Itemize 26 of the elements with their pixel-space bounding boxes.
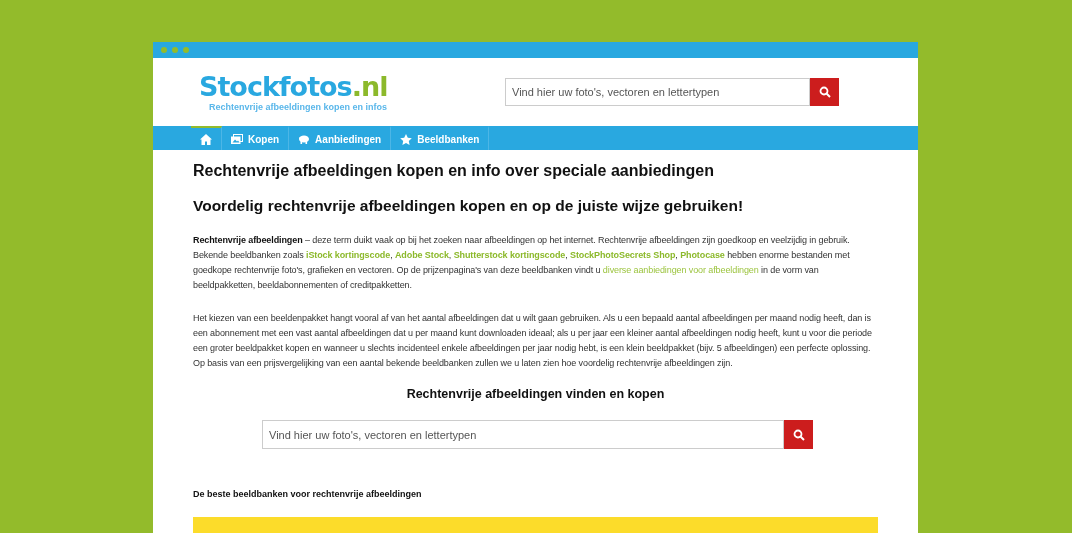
search-button[interactable] — [810, 78, 839, 106]
intro-paragraph: Rechtenvrije afbeeldingen – deze term duikt vaak op bij het zoeken naar afbeeldingen op het internet. Rechtenvrije afbeeldingen zijn goedkoop en veelzijdig in gebruik. Bekende beeldbanken zoals iStock kortingscode, Adobe Stock, Shutterstock kortingscode, StockPhotoSecrets Shop, Photocase hebben enorme bestanden met goedkope rechtenvrije foto's, grafieken en vectoren. Op de prijzenpagina's van deze beeldbanken vindt u diverse aanbiedingen voor afbeeldingen in de vorm van beeldpakketten, beeldabonnementen of creditpakketten. — [193, 234, 851, 292]
star-icon — [400, 133, 413, 145]
link[interactable]: Photocase — [680, 250, 725, 260]
piggy-bank-icon — [298, 134, 311, 144]
pictures-icon — [231, 134, 243, 144]
section-heading: Rechtenvrije afbeeldingen vinden en kopen — [405, 387, 666, 401]
body-paragraph: Het kiezen van een beeldenpakket hangt vooral af van het aantal afbeeldingen dat u wilt gaan gebruiken. Als u een bepaald aantal afbeeldingen per maand nodig heeft, dan is een abonnement met een vast aantal afbeeldingen dat u per maand kunt downloaden ideaal; als u per jaar een kleiner aantal afbeeldingen nodig heeft, kunt u voor die periode een groter beeldpakket kopen en wanneer u slechts incidenteel enkele afbeeldingen per jaar nodig hebt, is een klein beeldpakket (bijv. 5 afbeeldingen) een perfecte oplossing. Op basis van een prijsvergelijking van een aantal bekende beeldbanken zullen we u laten zien hoe voordelig rechtenvrije afbeeldingen zijn. — [193, 312, 873, 370]
table-heading: De beste beeldbanken voor rechtenvrije afbeeldingen — [193, 489, 423, 499]
search-icon — [792, 428, 805, 441]
home-icon — [200, 133, 212, 145]
nav-tab[interactable]: Beeldbanken — [391, 126, 490, 150]
page-subtitle: Voordelig rechtenvrije afbeeldingen kopen en op de juiste wijze gebruiken! — [193, 197, 745, 215]
site-logo[interactable]: Stockfotos.nl — [199, 72, 388, 102]
page-title: Rechtenvrije afbeeldingen kopen en info over speciale aanbiedingen — [193, 162, 716, 180]
link[interactable]: Adobe Stock — [394, 250, 449, 260]
nav-tab[interactable]: Kopen — [222, 126, 290, 150]
site-tagline: Rechtenvrije afbeeldingen kopen en infos — [209, 102, 389, 112]
search-field[interactable]: Vind hier uw foto's, vectoren en lettertypen — [262, 420, 784, 449]
link[interactable]: diverse aanbiedingen voor afbeeldingen — [602, 265, 759, 275]
home-tab[interactable] — [191, 126, 222, 150]
window-dots-icon — [160, 46, 190, 54]
search-button[interactable] — [784, 420, 813, 449]
search-field[interactable]: Vind hier uw foto's, vectoren en lettertypen — [505, 78, 810, 106]
nav-tab[interactable]: Aanbiedingen — [289, 126, 392, 150]
search-icon — [818, 86, 831, 98]
